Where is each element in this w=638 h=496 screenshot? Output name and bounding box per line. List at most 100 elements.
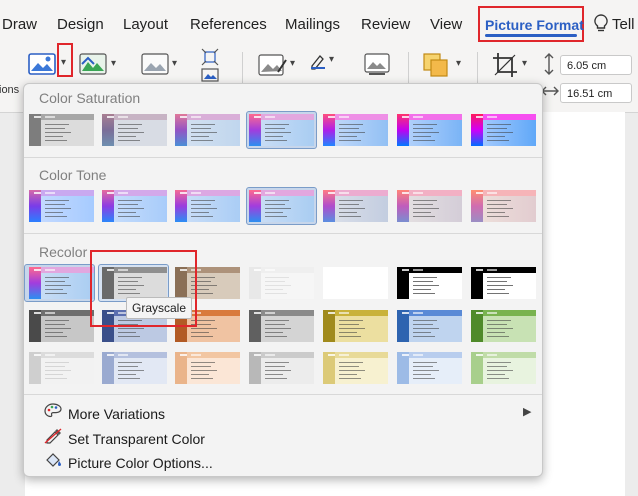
tone-swatch-3[interactable] bbox=[175, 190, 240, 222]
thumb-line bbox=[265, 285, 291, 286]
chevron-down-icon[interactable]: ▾ bbox=[522, 58, 527, 69]
thumb-line bbox=[339, 328, 365, 329]
thumb-tab bbox=[265, 312, 275, 314]
thumb-line bbox=[339, 324, 359, 325]
thumb-line bbox=[191, 378, 213, 379]
tone-swatch-5[interactable] bbox=[323, 190, 388, 222]
more-variations-label: More Variations bbox=[68, 406, 166, 422]
color-button-icon[interactable] bbox=[28, 52, 56, 81]
thumb-line bbox=[413, 216, 435, 217]
recolor-swatch-6[interactable] bbox=[397, 352, 462, 384]
artistic-effects-icon[interactable] bbox=[79, 52, 107, 81]
thumb-line bbox=[191, 216, 213, 217]
recolor-swatch-1[interactable] bbox=[29, 267, 94, 299]
chevron-down-icon[interactable]: ▾ bbox=[111, 58, 116, 69]
set-transparent-color-item[interactable]: Set Transparent Color bbox=[42, 428, 205, 447]
saturation-swatch-6[interactable] bbox=[397, 114, 462, 146]
thumb-sidebar bbox=[323, 352, 335, 384]
tone-swatch-4[interactable] bbox=[249, 190, 314, 222]
picture-color-options-item[interactable]: Picture Color Options... bbox=[42, 452, 213, 471]
chevron-down-icon[interactable]: ▾ bbox=[329, 54, 334, 65]
tab-layout[interactable]: Layout bbox=[123, 16, 168, 33]
thumb-line bbox=[45, 204, 65, 205]
recolor-swatch-6[interactable] bbox=[397, 310, 462, 342]
tell-me-search[interactable]: Tell bbox=[612, 16, 635, 33]
chevron-down-icon[interactable]: ▾ bbox=[456, 58, 461, 69]
thumb-line bbox=[45, 132, 71, 133]
thumb-line bbox=[413, 281, 433, 282]
thumb-tab bbox=[328, 354, 335, 356]
saturation-swatch-7[interactable] bbox=[471, 114, 536, 146]
chevron-down-icon[interactable]: ▾ bbox=[172, 58, 177, 69]
lightbulb-icon bbox=[594, 14, 608, 39]
thumb-tab bbox=[118, 354, 128, 356]
recolor-swatch-7[interactable] bbox=[471, 352, 536, 384]
saturation-swatch-5[interactable] bbox=[323, 114, 388, 146]
height-input[interactable]: 6.05 cm bbox=[560, 55, 632, 75]
saturation-swatch-3[interactable] bbox=[175, 114, 240, 146]
paint-bucket-icon bbox=[42, 452, 64, 471]
thumb-line bbox=[191, 362, 215, 363]
tab-picture-format[interactable]: Picture Format bbox=[478, 6, 584, 42]
thumb-tab bbox=[254, 269, 261, 271]
width-input[interactable]: 16.51 cm bbox=[560, 83, 632, 103]
tone-swatch-2[interactable] bbox=[102, 190, 167, 222]
palette-icon bbox=[42, 403, 64, 422]
thumb-tab bbox=[328, 116, 335, 118]
thumb-tab bbox=[402, 269, 409, 271]
thumb-tab bbox=[45, 192, 55, 194]
thumb-tab bbox=[265, 116, 275, 118]
thumb-tab bbox=[328, 192, 335, 194]
thumb-sidebar bbox=[29, 190, 41, 222]
recolor-swatch-1[interactable] bbox=[29, 310, 94, 342]
thumb-line bbox=[191, 366, 211, 367]
thumb-line bbox=[339, 289, 357, 290]
tone-swatch-7[interactable] bbox=[471, 190, 536, 222]
chevron-down-icon[interactable]: ▾ bbox=[290, 58, 295, 69]
thumb-tab bbox=[476, 192, 483, 194]
section-divider bbox=[24, 394, 542, 395]
recolor-swatch-1[interactable] bbox=[29, 352, 94, 384]
recolor-swatch-4[interactable] bbox=[249, 352, 314, 384]
saturation-swatch-4[interactable] bbox=[249, 114, 314, 146]
recolor-swatch-7[interactable] bbox=[471, 310, 536, 342]
recolor-swatch-2[interactable] bbox=[102, 352, 167, 384]
crop-icon[interactable] bbox=[492, 52, 518, 83]
recolor-swatch-7[interactable] bbox=[471, 267, 536, 299]
thumb-tab bbox=[328, 312, 335, 314]
picture-styles-icon[interactable] bbox=[258, 52, 288, 83]
saturation-swatch-2[interactable] bbox=[102, 114, 167, 146]
picture-border-icon[interactable] bbox=[309, 52, 327, 75]
thumb-tab bbox=[45, 312, 55, 314]
thumb-line bbox=[191, 212, 209, 213]
tab-review[interactable]: Review bbox=[361, 16, 410, 33]
tone-swatch-1[interactable] bbox=[29, 190, 94, 222]
recolor-swatch-3[interactable] bbox=[175, 352, 240, 384]
thumb-line bbox=[265, 366, 285, 367]
tone-swatch-6[interactable] bbox=[397, 190, 462, 222]
thumb-line bbox=[487, 216, 509, 217]
tab-design[interactable]: Design bbox=[57, 16, 104, 33]
recolor-swatch-4[interactable] bbox=[249, 310, 314, 342]
tab-mailings[interactable]: Mailings bbox=[285, 16, 340, 33]
thumb-tab bbox=[180, 192, 187, 194]
tab-references[interactable]: References bbox=[190, 16, 267, 33]
thumb-line bbox=[265, 336, 287, 337]
thumb-sidebar bbox=[397, 310, 409, 342]
recolor-swatch-6[interactable] bbox=[397, 267, 462, 299]
tab-draw[interactable]: Draw bbox=[2, 16, 37, 33]
saturation-swatch-1[interactable] bbox=[29, 114, 94, 146]
alt-text-icon[interactable] bbox=[363, 52, 393, 83]
recolor-swatch-4[interactable] bbox=[249, 267, 314, 299]
submenu-arrow-icon: ▶ bbox=[523, 406, 532, 418]
thumb-tab bbox=[118, 116, 128, 118]
transparency-icon[interactable] bbox=[141, 52, 169, 81]
thumb-line bbox=[339, 200, 363, 201]
recolor-swatch-5[interactable] bbox=[323, 352, 388, 384]
color-dropdown-highlight[interactable]: ▾ bbox=[57, 43, 73, 77]
arrange-icon[interactable] bbox=[422, 52, 450, 83]
recolor-swatch-5[interactable] bbox=[323, 310, 388, 342]
more-variations-item[interactable]: More Variations bbox=[42, 403, 165, 422]
recolor-swatch-5[interactable] bbox=[323, 267, 388, 299]
tab-view[interactable]: View bbox=[430, 16, 462, 33]
